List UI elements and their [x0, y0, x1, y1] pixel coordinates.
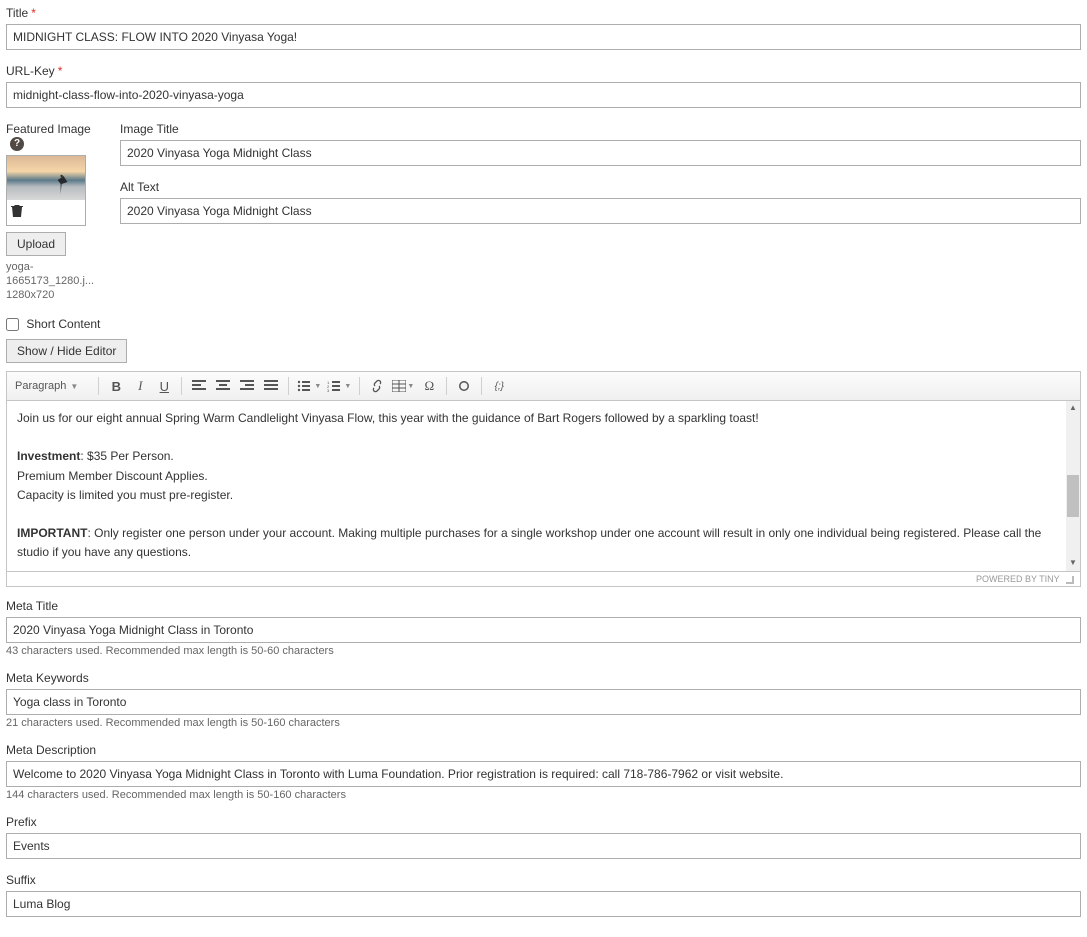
editor-paragraph: Capacity is limited you must pre-registe… [17, 486, 1054, 505]
number-list-button[interactable]: 123▼ [325, 375, 353, 397]
short-content-checkbox[interactable] [6, 318, 19, 331]
prefix-label: Prefix [6, 815, 1081, 829]
alt-text-label: Alt Text [120, 180, 1081, 194]
thumbnail-image [7, 156, 85, 200]
help-icon[interactable]: ? [10, 137, 24, 151]
suffix-label: Suffix [6, 873, 1081, 887]
code-button[interactable]: {;} [488, 375, 510, 397]
align-right-button[interactable] [236, 375, 258, 397]
underline-button[interactable]: U [153, 375, 175, 397]
toolbar-separator [181, 377, 182, 395]
short-content-label: Short Content [26, 317, 100, 331]
filename-text: yoga-1665173_1280.j... [6, 260, 106, 289]
table-button[interactable]: ▼ [390, 375, 416, 397]
meta-description-input[interactable] [6, 761, 1081, 787]
meta-description-hint: 144 characters used. Recommended max len… [6, 789, 1081, 801]
meta-keywords-input[interactable] [6, 689, 1081, 715]
scroll-up-arrow[interactable]: ▲ [1066, 401, 1080, 415]
title-label-text: Title [6, 6, 28, 20]
align-left-button[interactable] [188, 375, 210, 397]
url-key-input[interactable] [6, 82, 1081, 108]
editor-paragraph: Investment: $35 Per Person. [17, 447, 1054, 466]
upload-button[interactable]: Upload [6, 232, 66, 256]
editor-toolbar: Paragraph ▼ B I U ▼ 123▼ ▼ Ω {;} [6, 371, 1081, 401]
meta-keywords-hint: 21 characters used. Recommended max leng… [6, 717, 1081, 729]
scroll-down-arrow[interactable]: ▼ [1066, 557, 1080, 571]
trash-icon[interactable] [11, 204, 23, 218]
image-title-input[interactable] [120, 140, 1081, 166]
svg-text:3: 3 [327, 388, 330, 392]
bullet-list-button[interactable]: ▼ [295, 375, 323, 397]
anchor-button[interactable] [453, 375, 475, 397]
required-indicator: * [58, 64, 63, 78]
alt-text-input[interactable] [120, 198, 1081, 224]
investment-bold: Investment [17, 449, 80, 463]
meta-description-label: Meta Description [6, 743, 1081, 757]
format-dropdown[interactable]: Paragraph ▼ [11, 378, 92, 394]
editor-paragraph: Join us for our eight annual Spring Warm… [17, 409, 1054, 428]
important-text: : Only register one person under your ac… [17, 526, 1041, 559]
link-button[interactable] [366, 375, 388, 397]
toolbar-separator [481, 377, 482, 395]
toolbar-separator [359, 377, 360, 395]
editor-content[interactable]: Join us for our eight annual Spring Warm… [6, 401, 1081, 572]
important-bold: IMPORTANT [17, 526, 87, 540]
investment-text: : $35 Per Person. [80, 449, 173, 463]
title-input[interactable] [6, 24, 1081, 50]
featured-image-label: Featured Image ? [6, 122, 106, 151]
bold-button[interactable]: B [105, 375, 127, 397]
required-indicator: * [31, 6, 36, 20]
toggle-editor-button[interactable]: Show / Hide Editor [6, 339, 127, 363]
special-char-button[interactable]: Ω [418, 375, 440, 397]
url-key-label: URL-Key* [6, 64, 1081, 78]
url-key-label-text: URL-Key [6, 64, 55, 78]
resize-handle-icon[interactable] [1066, 576, 1074, 584]
toolbar-separator [98, 377, 99, 395]
editor-paragraph: IMPORTANT: Only register one person unde… [17, 524, 1054, 562]
dimensions-text: 1280x720 [6, 288, 106, 302]
suffix-input[interactable] [6, 891, 1081, 917]
toolbar-separator [288, 377, 289, 395]
featured-image-thumbnail[interactable] [6, 155, 86, 226]
editor-scrollbar[interactable]: ▲ ▼ [1066, 401, 1080, 571]
meta-title-input[interactable] [6, 617, 1081, 643]
powered-by-text: POWERED BY TINY [976, 574, 1060, 584]
editor-paragraph: Premium Member Discount Applies. [17, 467, 1054, 486]
meta-title-label: Meta Title [6, 599, 1081, 613]
align-justify-button[interactable] [260, 375, 282, 397]
scroll-thumb[interactable] [1067, 475, 1079, 517]
featured-image-label-text: Featured Image [6, 122, 91, 136]
toolbar-separator [446, 377, 447, 395]
editor-footer: POWERED BY TINY [6, 572, 1081, 587]
align-center-button[interactable] [212, 375, 234, 397]
meta-keywords-label: Meta Keywords [6, 671, 1081, 685]
meta-title-hint: 43 characters used. Recommended max leng… [6, 645, 1081, 657]
prefix-input[interactable] [6, 833, 1081, 859]
chevron-down-icon: ▼ [70, 382, 78, 391]
format-dropdown-text: Paragraph [15, 380, 66, 392]
title-label: Title* [6, 6, 1081, 20]
image-title-label: Image Title [120, 122, 1081, 136]
italic-button[interactable]: I [129, 375, 151, 397]
